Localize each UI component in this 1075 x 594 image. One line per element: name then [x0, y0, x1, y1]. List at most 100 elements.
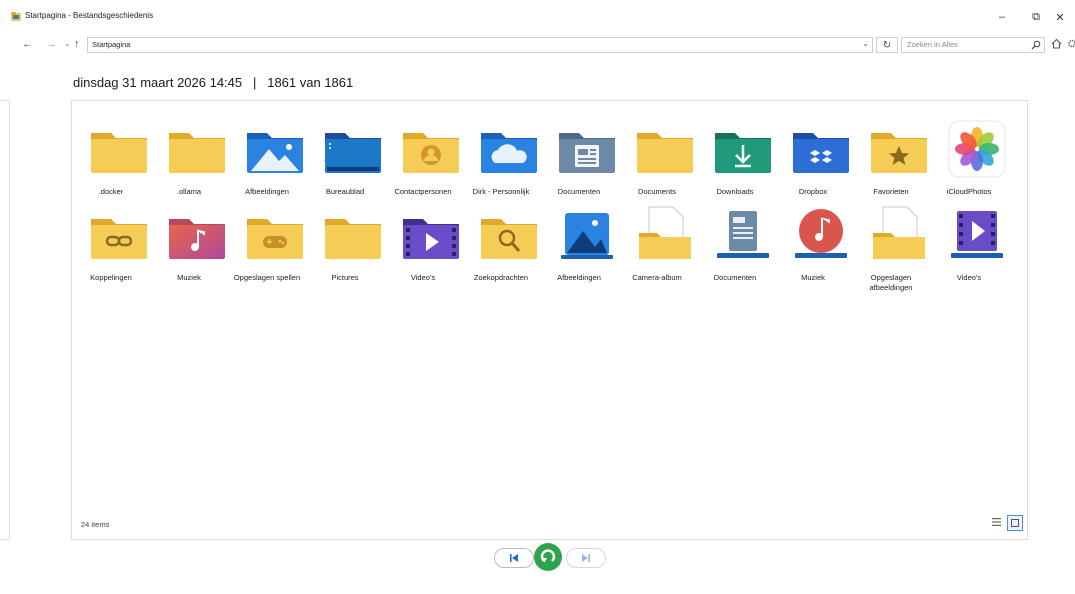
list-item[interactable]: Dropbox: [774, 109, 852, 196]
list-item[interactable]: Pictures: [306, 195, 384, 282]
folder-icon: [637, 133, 693, 173]
list-item[interactable]: Contactpersonen: [384, 109, 462, 196]
backup-header: dinsdag 31 maart 2026 14:45 | 1861 van 1…: [73, 75, 353, 90]
item-label: Muziek: [801, 273, 825, 282]
file-history-app-icon: [11, 12, 21, 21]
item-label: Opgeslagen afbeeldingen: [869, 273, 913, 292]
folder-icon: [325, 219, 381, 259]
music-folder-icon: [169, 219, 225, 259]
saved-games-folder-icon: [247, 219, 303, 259]
address-text: Startpagina: [92, 40, 131, 49]
item-label: Video's: [956, 273, 982, 282]
item-label: Muziek: [177, 273, 201, 282]
folder-icon: [91, 133, 147, 173]
item-count: 24 items: [81, 520, 110, 529]
large-icons-view-button[interactable]: [1007, 515, 1023, 531]
previous-version-button[interactable]: [494, 548, 534, 568]
address-bar[interactable]: Startpagina ⌄: [87, 37, 873, 53]
forward-button[interactable]: →: [46, 37, 57, 51]
onedrive-folder-icon: [481, 133, 537, 173]
navigation-pane: [0, 100, 10, 540]
list-item[interactable]: Camera-album: [618, 195, 696, 282]
list-item[interactable]: Bureaublad: [306, 109, 384, 196]
favorites-folder-icon: [871, 133, 927, 173]
next-version-icon: [582, 554, 590, 562]
list-item[interactable]: Video's: [384, 195, 462, 282]
refresh-button[interactable]: ↻: [876, 37, 898, 53]
home-icon[interactable]: [1051, 38, 1062, 49]
close-icon: ✕: [1055, 11, 1065, 24]
list-item[interactable]: Opgeslagen spellen: [228, 195, 306, 282]
header-separator: |: [252, 75, 257, 90]
saved-pictures-icon: [873, 206, 925, 259]
list-item[interactable]: Opgeslagen afbeeldingen: [852, 195, 930, 292]
list-item[interactable]: Muziek: [774, 195, 852, 282]
file-view: .docker .ollama Afbeeldingen Bureaublad …: [71, 100, 1028, 540]
item-label: Camera-album: [632, 273, 682, 282]
back-button[interactable]: ←: [22, 37, 33, 51]
minimize-icon: –: [998, 11, 1006, 23]
item-label: Documenten: [713, 273, 757, 282]
search-placeholder: Zoeken in Alles: [907, 40, 958, 49]
items-grid: .docker .ollama Afbeeldingen Bureaublad …: [72, 101, 1027, 301]
backup-version-count: 1861 van 1861: [267, 75, 354, 90]
minimize-button[interactable]: –: [985, 6, 1019, 28]
restore-controls: [494, 543, 606, 571]
list-item[interactable]: iCloudPhotos: [930, 109, 1008, 196]
list-item[interactable]: .ollama: [150, 109, 228, 196]
restore-icon: ⧉: [1032, 10, 1040, 23]
search-icon[interactable]: [1031, 40, 1041, 50]
recent-locations-button[interactable]: ⌄: [64, 37, 71, 51]
item-label: Opgeslagen spellen: [233, 273, 301, 282]
previous-version-icon: [510, 554, 518, 562]
icloud-photos-icon: [948, 120, 1006, 178]
item-label: Koppelingen: [90, 273, 132, 282]
address-dropdown-icon[interactable]: ⌄: [862, 39, 869, 48]
details-view-icon: [991, 518, 1001, 526]
item-label: Pictures: [331, 273, 359, 282]
search-input[interactable]: Zoeken in Alles: [901, 37, 1045, 53]
settings-gear-icon[interactable]: [1066, 38, 1075, 49]
list-item[interactable]: Zoekopdrachten: [462, 195, 540, 282]
desktop-folder-icon: [325, 133, 381, 173]
details-view-button[interactable]: [989, 515, 1003, 529]
window-title: Startpagina - Bestandsgeschiedenis: [25, 11, 154, 20]
list-item[interactable]: Documenten: [696, 195, 774, 282]
folder-icon: [169, 133, 225, 173]
list-item[interactable]: Dirk - Persoonlijk: [462, 109, 540, 196]
list-item[interactable]: Favorieten: [852, 109, 930, 196]
item-label: Zoekopdrachten: [473, 273, 529, 282]
documents-folder-icon: [559, 133, 615, 173]
list-item[interactable]: Video's: [930, 195, 1008, 282]
videos-folder-icon: [403, 219, 459, 259]
music-library-icon: [795, 209, 847, 258]
documents-library-icon: [717, 211, 769, 258]
list-item[interactable]: Documenten: [540, 109, 618, 196]
title-bar: Startpagina - Bestandsgeschiedenis – ⧉ ✕: [0, 0, 1075, 33]
pictures-library-icon: [561, 213, 613, 259]
camera-roll-icon: [639, 206, 691, 259]
list-item[interactable]: Documents: [618, 109, 696, 196]
next-version-button[interactable]: [566, 548, 606, 568]
restore-icon: [540, 549, 556, 563]
list-item[interactable]: Muziek: [150, 195, 228, 282]
downloads-folder-icon: [715, 133, 771, 173]
dropbox-folder-icon: [793, 133, 849, 173]
item-label: Video's: [410, 273, 436, 282]
videos-library-icon: [951, 211, 1003, 258]
list-item[interactable]: Downloads: [696, 109, 774, 196]
close-button[interactable]: ✕: [1045, 6, 1075, 28]
list-item[interactable]: Koppelingen: [72, 195, 150, 282]
searches-folder-icon: [481, 219, 537, 259]
backup-date: dinsdag 31 maart 2026 14:45: [73, 75, 243, 90]
list-item[interactable]: Afbeeldingen: [540, 195, 618, 282]
list-item[interactable]: Afbeeldingen: [228, 109, 306, 196]
contacts-folder-icon: [403, 133, 459, 173]
pictures-folder-icon: [247, 133, 303, 173]
links-folder-icon: [91, 219, 147, 259]
restore-button[interactable]: [534, 543, 562, 571]
large-icons-view-icon: [1011, 519, 1019, 527]
up-button[interactable]: ↑: [74, 37, 80, 51]
item-label: Afbeeldingen: [557, 273, 601, 282]
list-item[interactable]: .docker: [72, 109, 150, 196]
